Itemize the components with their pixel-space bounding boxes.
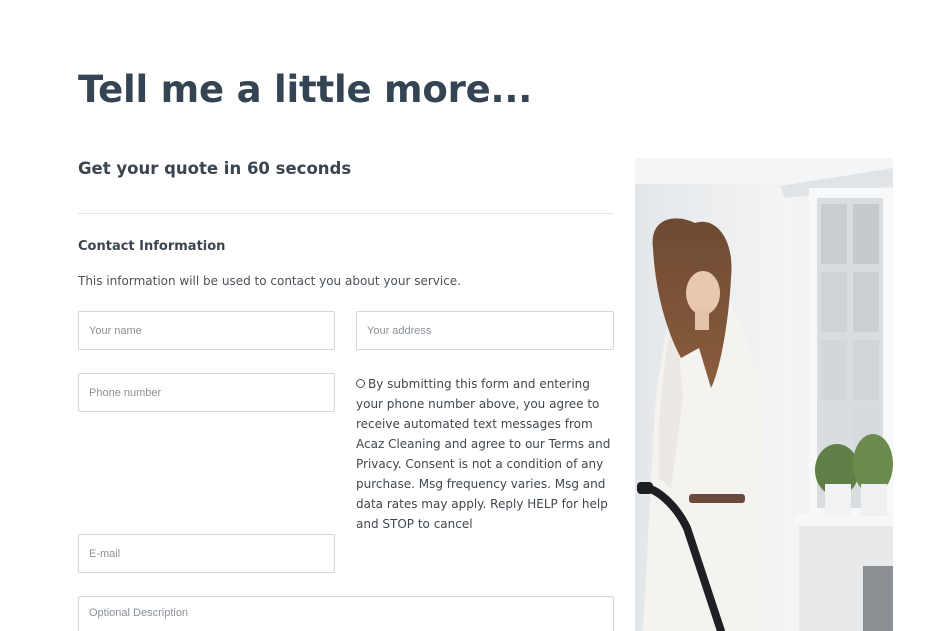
consent-radio[interactable]: [356, 379, 365, 388]
cleaning-photo: [635, 158, 893, 631]
name-input[interactable]: [78, 311, 335, 350]
address-input[interactable]: [356, 311, 614, 350]
page-title: Tell me a little more...: [78, 68, 533, 111]
consent-text: By submitting this form and entering you…: [356, 377, 611, 531]
contact-section-description: This information will be used to contact…: [78, 274, 462, 288]
sms-consent: By submitting this form and entering you…: [356, 374, 618, 534]
description-textarea[interactable]: [78, 596, 614, 631]
quote-subtitle: Get your quote in 60 seconds: [78, 159, 352, 178]
section-divider: [78, 213, 614, 214]
phone-input[interactable]: [78, 373, 335, 412]
email-input[interactable]: [78, 534, 335, 573]
contact-section-title: Contact Information: [78, 239, 226, 254]
